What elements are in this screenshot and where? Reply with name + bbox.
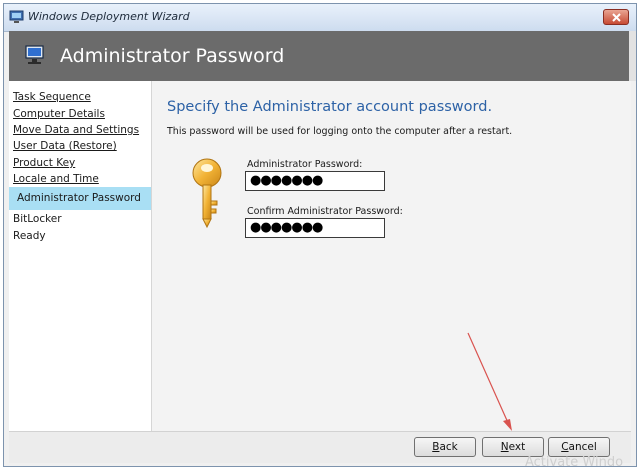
- activation-watermark: Activate Windo: [525, 455, 624, 470]
- annotation-arrow: [467, 332, 512, 431]
